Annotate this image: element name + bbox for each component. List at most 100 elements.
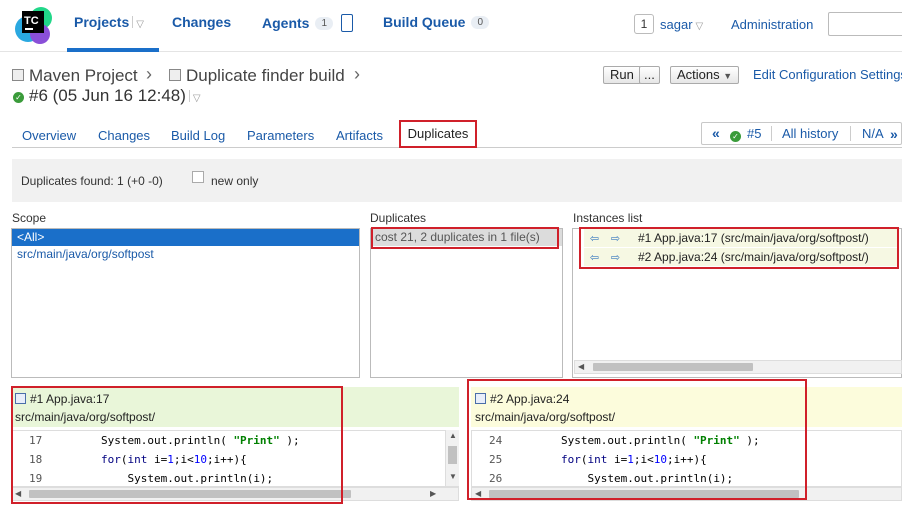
- scope-list[interactable]: <All> src/main/java/org/softpost: [11, 228, 360, 378]
- scrollbar-thumb[interactable]: [448, 446, 457, 464]
- right-code-title-label: #2 App.java:24: [490, 392, 570, 406]
- nav-build-queue-label: Build Queue: [383, 14, 466, 30]
- scrollbar-thumb[interactable]: [593, 363, 753, 371]
- agents-count-badge: 1: [315, 17, 334, 30]
- history-separator: [771, 126, 772, 141]
- administration-link[interactable]: Administration: [731, 17, 813, 32]
- code-text: System.out.println(: [100, 434, 234, 447]
- nav-projects[interactable]: Projects ▽: [74, 14, 144, 30]
- scroll-left-icon[interactable]: ◀: [15, 489, 21, 498]
- scroll-down-icon[interactable]: ▼: [449, 472, 457, 481]
- arrow-left-icon[interactable]: ⇦: [584, 251, 605, 265]
- arrow-left-icon[interactable]: ⇦: [584, 232, 605, 246]
- code-string: "Print": [693, 434, 740, 447]
- tab-changes[interactable]: Changes: [98, 128, 150, 143]
- build-history-navigator: « ✓ #5 All history N/A »: [701, 122, 902, 145]
- tab-overview[interactable]: Overview: [22, 128, 76, 143]
- code-line: 26 System.out.println(i);: [472, 469, 901, 486]
- breadcrumb-build-config[interactable]: Duplicate finder build: [169, 66, 345, 86]
- nav-changes[interactable]: Changes: [172, 14, 231, 30]
- previous-build-link[interactable]: #5: [747, 126, 761, 141]
- arrow-right-icon[interactable]: ⇨: [605, 232, 626, 246]
- build-number-label: #6 (05 Jun 16 12:48): [29, 86, 186, 105]
- code-text: System.out.println(i);: [127, 472, 274, 485]
- active-tab-indicator: [67, 48, 159, 52]
- chevron-down-icon[interactable]: ▽: [193, 93, 201, 104]
- scroll-left-icon[interactable]: ◀: [578, 362, 584, 371]
- code-number: 1: [627, 453, 634, 466]
- instance-row[interactable]: ⇦ ⇨ #2 App.java:24 (src/main/java/org/soft…: [584, 248, 898, 266]
- build-queue-count-badge: 0: [471, 16, 490, 29]
- code-line: 25 for(int i=1;i<10;i++){: [472, 450, 901, 469]
- line-number: 19: [29, 472, 43, 485]
- breadcrumb-project[interactable]: Maven Project: [12, 66, 138, 86]
- teamcity-logo[interactable]: TC: [14, 5, 54, 45]
- arrow-right-icon[interactable]: ⇨: [605, 251, 626, 265]
- left-code-title-label: #1 App.java:17: [30, 392, 110, 406]
- user-menu[interactable]: sagar ▽: [660, 17, 703, 32]
- scope-item-all[interactable]: <All>: [12, 229, 359, 246]
- scrollbar-thumb[interactable]: [29, 490, 351, 498]
- left-code-header: #1 App.java:17 src/main/java/org/softpos…: [11, 387, 459, 427]
- right-code-hscrollbar[interactable]: ◀: [471, 487, 902, 501]
- chevron-right-icon: ›: [146, 64, 152, 84]
- chevron-down-icon[interactable]: ▽: [696, 21, 704, 32]
- duplicates-summary-bar: Duplicates found: 1 (+0 -0) new only: [12, 159, 902, 202]
- run-custom-button[interactable]: ...: [639, 66, 660, 84]
- agent-status-icon[interactable]: [341, 14, 354, 32]
- chevron-right-icon: ›: [354, 64, 360, 84]
- scope-item-package[interactable]: src/main/java/org/softpost: [12, 246, 359, 263]
- scroll-left-icon[interactable]: ◀: [475, 489, 481, 498]
- instances-label: Instances list: [573, 211, 643, 225]
- user-notification-count[interactable]: 1: [634, 14, 654, 34]
- tab-artifacts[interactable]: Artifacts: [336, 128, 383, 143]
- scroll-right-icon[interactable]: ▶: [430, 489, 436, 498]
- code-text: ;i<: [633, 453, 654, 466]
- edit-configuration-link[interactable]: Edit Configuration Settings: [753, 67, 902, 82]
- nav-agents-label: Agents: [262, 15, 310, 31]
- duplicate-item[interactable]: cost 21, 2 duplicates in 1 file(s): [371, 229, 562, 246]
- right-code-view[interactable]: 24 System.out.println( "Print" ); 25 for…: [471, 430, 902, 487]
- code-text: System.out.println(: [560, 434, 694, 447]
- tab-duplicates[interactable]: Duplicates: [399, 120, 477, 148]
- instance-row[interactable]: ⇦ ⇨ #1 App.java:17 (src/main/java/org/soft…: [584, 229, 898, 247]
- run-button[interactable]: Run: [603, 66, 641, 84]
- duplicates-list[interactable]: cost 21, 2 duplicates in 1 file(s): [370, 228, 563, 378]
- left-code-view[interactable]: 17 System.out.println( "Print" ); 18 for…: [11, 430, 459, 487]
- left-code-hscrollbar[interactable]: ◀ ▶: [11, 487, 459, 501]
- actions-dropdown[interactable]: Actions ▼: [670, 66, 740, 84]
- double-chevron-left-icon[interactable]: «: [712, 125, 720, 141]
- nav-agents[interactable]: Agents 1: [262, 14, 354, 32]
- left-code-vscrollbar[interactable]: ▲ ▼: [445, 430, 459, 486]
- double-chevron-right-icon: »: [890, 126, 898, 142]
- line-number: 17: [29, 434, 43, 447]
- tab-build-log[interactable]: Build Log: [171, 128, 225, 143]
- code-text: ;i++){: [206, 453, 247, 466]
- instance-label: #2 App.java:24 (src/main/java/org/softpo…: [638, 250, 869, 264]
- code-keyword: int: [127, 453, 148, 466]
- scroll-up-icon[interactable]: ▲: [449, 431, 457, 440]
- tab-parameters[interactable]: Parameters: [247, 128, 314, 143]
- line-number: 25: [489, 453, 503, 466]
- right-code-title: #2 App.java:24: [475, 392, 569, 406]
- breadcrumb-project-label: Maven Project: [29, 66, 138, 85]
- code-text: ;i++){: [666, 453, 707, 466]
- chevron-down-icon[interactable]: ▽: [136, 19, 144, 30]
- code-text: );: [739, 434, 760, 447]
- history-separator: [850, 126, 851, 141]
- search-input[interactable]: [828, 12, 902, 36]
- instances-scrollbar[interactable]: ◀: [574, 360, 902, 374]
- new-only-checkbox[interactable]: [192, 171, 204, 183]
- code-line: 19 System.out.println(i);: [12, 469, 458, 486]
- scrollbar-thumb[interactable]: [489, 490, 799, 498]
- next-build-label: N/A: [862, 126, 884, 141]
- nav-build-queue[interactable]: Build Queue 0: [383, 14, 490, 30]
- all-history-link[interactable]: All history: [782, 126, 838, 141]
- code-text: i=: [147, 453, 168, 466]
- nav-projects-label: Projects: [74, 14, 130, 30]
- code-string: "Print": [233, 434, 280, 447]
